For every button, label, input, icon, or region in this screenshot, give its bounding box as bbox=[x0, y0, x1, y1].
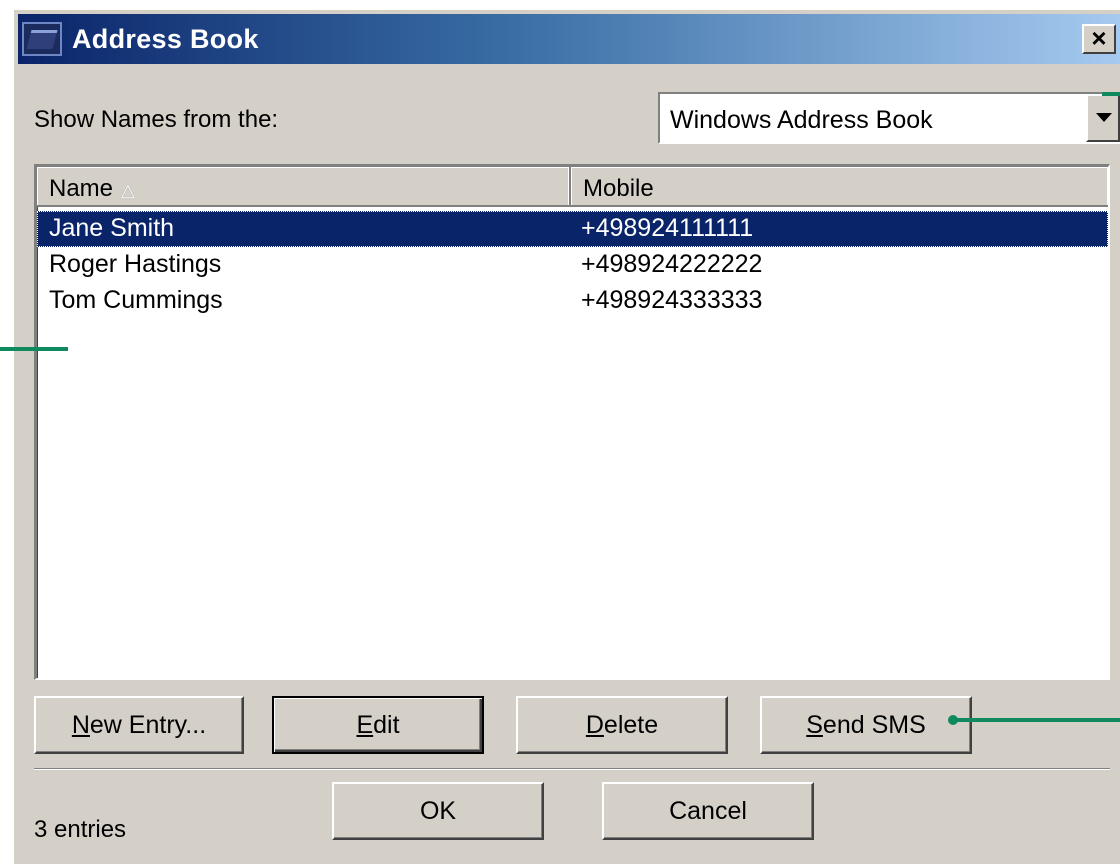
send-sms-button[interactable]: Send SMS bbox=[760, 696, 972, 754]
contact-mobile: +498924222222 bbox=[581, 250, 763, 278]
contact-mobile: +498924333333 bbox=[581, 286, 763, 314]
separator bbox=[34, 768, 1110, 770]
contacts-list[interactable]: Name △ Mobile Jane Smith +498924111111 Ro… bbox=[34, 164, 1110, 680]
edit-button[interactable]: Edit bbox=[272, 696, 484, 754]
dropdown-button[interactable] bbox=[1086, 94, 1120, 142]
column-header-name-label: Name bbox=[49, 175, 114, 202]
callout-line-source bbox=[1102, 92, 1120, 96]
address-book-dialog: Address Book × Show Names from the: Wind… bbox=[12, 8, 1120, 864]
table-row[interactable]: Roger Hastings +498924222222 bbox=[37, 247, 1108, 283]
window-title: Address Book bbox=[72, 23, 259, 54]
address-source-select[interactable]: Windows Address Book bbox=[658, 92, 1120, 144]
list-header: Name △ Mobile bbox=[37, 167, 1108, 207]
table-row[interactable]: Tom Cummings +498924333333 bbox=[37, 283, 1108, 319]
contact-name: Jane Smith bbox=[49, 214, 175, 242]
show-names-label: Show Names from the: bbox=[34, 106, 279, 133]
cancel-button[interactable]: Cancel bbox=[602, 782, 814, 840]
table-row[interactable]: Jane Smith +498924111111 bbox=[37, 211, 1108, 247]
close-button[interactable]: × bbox=[1082, 24, 1116, 54]
callout-line-send-sms bbox=[948, 715, 1120, 725]
column-header-name[interactable]: Name △ bbox=[37, 167, 571, 205]
ok-button[interactable]: OK bbox=[332, 782, 544, 840]
callout-line-list bbox=[0, 347, 68, 351]
address-book-app-icon bbox=[22, 22, 62, 56]
new-entry-button[interactable]: New Entry... bbox=[34, 696, 244, 754]
contact-name: Roger Hastings bbox=[49, 250, 222, 278]
title-bar[interactable]: Address Book × bbox=[18, 14, 1120, 64]
column-header-mobile-label: Mobile bbox=[583, 175, 654, 202]
column-header-mobile[interactable]: Mobile bbox=[571, 167, 1108, 205]
delete-button[interactable]: Delete bbox=[516, 696, 728, 754]
sort-ascending-icon: △ bbox=[121, 180, 135, 200]
contact-mobile: +498924111111 bbox=[581, 214, 754, 242]
contact-name: Tom Cummings bbox=[49, 286, 223, 314]
list-rows: Jane Smith +498924111111 Roger Hastings … bbox=[37, 211, 1108, 319]
entry-count: 3 entries bbox=[34, 816, 127, 843]
address-source-value: Windows Address Book bbox=[670, 106, 933, 134]
chevron-down-icon bbox=[1096, 113, 1112, 122]
